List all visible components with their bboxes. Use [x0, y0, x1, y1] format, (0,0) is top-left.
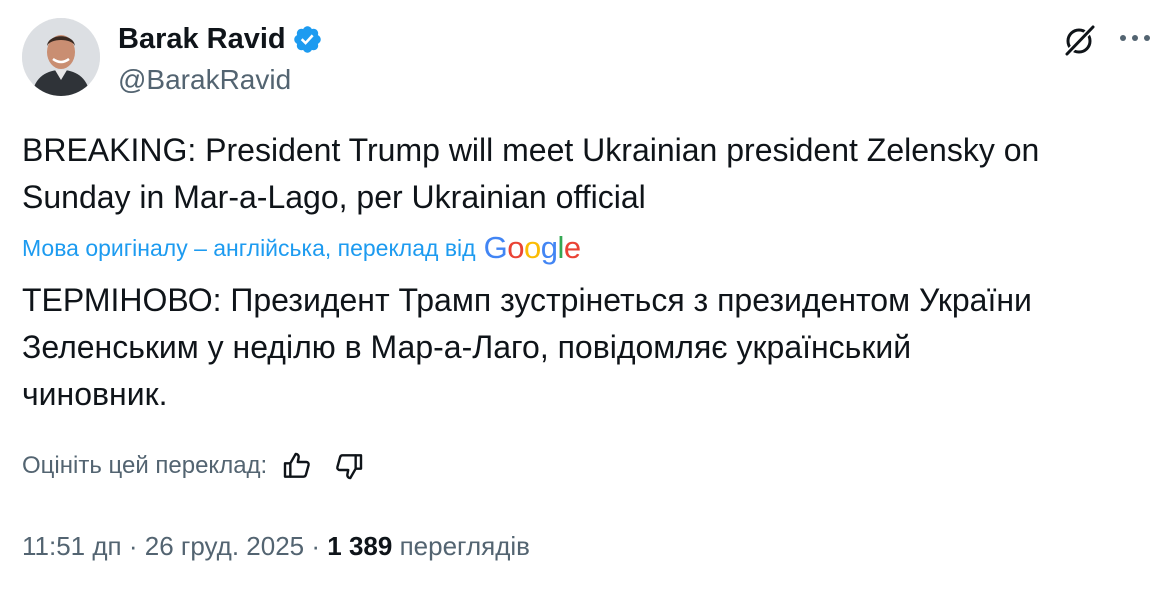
post-meta: 11:51 дп · 26 груд. 2025 · 1 389 перегля…: [22, 527, 530, 565]
translation-attribution[interactable]: Мова оригіналу – англійська, переклад ві…: [22, 229, 581, 267]
author-name[interactable]: Barak Ravid: [118, 20, 286, 58]
more-options-icon[interactable]: [1118, 28, 1152, 48]
author-name-row: Barak Ravid: [118, 20, 323, 58]
post-date[interactable]: 26 груд. 2025: [145, 531, 304, 561]
post-text: BREAKING: President Trump will meet Ukra…: [22, 132, 1040, 215]
translation-note: Мова оригіналу – англійська, переклад ві…: [22, 235, 476, 261]
views-count: 1 389: [327, 531, 393, 561]
tweet: Barak Ravid @BarakRavid BREAKING: Presid…: [0, 0, 1168, 594]
separator: ·: [311, 531, 321, 561]
separator: ·: [128, 531, 138, 561]
grok-icon[interactable]: [1062, 22, 1098, 58]
thumbs-down-icon[interactable]: [333, 450, 365, 482]
verified-badge-icon[interactable]: [292, 24, 323, 55]
translated-text: ТЕРМІНОВО: Президент Трамп зустрінеться …: [22, 282, 1032, 412]
views-label: переглядів: [399, 531, 530, 561]
rate-translation-label: Оцініть цей переклад:: [22, 452, 268, 479]
author-handle[interactable]: @BarakRavid: [118, 62, 291, 98]
post-time[interactable]: 11:51 дп: [22, 531, 122, 561]
avatar[interactable]: [22, 18, 100, 96]
rate-translation-row: Оцініть цей переклад:: [22, 447, 365, 485]
google-logo: Google: [483, 230, 582, 265]
thumbs-up-icon[interactable]: [281, 450, 313, 482]
